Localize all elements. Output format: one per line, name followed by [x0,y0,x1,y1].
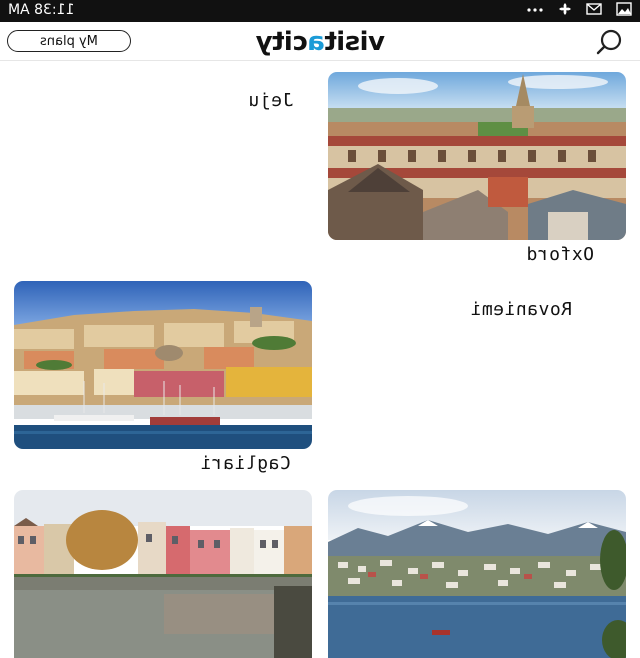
status-time: 11:38 AM [8,2,75,18]
mail-icon [586,2,602,16]
my-plans-label: My plans [40,33,98,49]
status-bar-right [526,2,632,16]
city-photo-row3-left [14,490,312,658]
city-name: Oxford [526,244,595,265]
city-photo-row3-right [328,490,626,658]
city-card-oxford[interactable]: Oxford [328,72,626,272]
status-bar-left: 11:38 AM [8,2,74,18]
city-card-cagliari[interactable]: Cagliari [14,281,312,481]
visitacity-logo: visitacity [240,24,400,60]
city-card-rovaniemi[interactable]: Rovaniemi [328,281,626,481]
city-name: Cagliari [200,453,291,474]
logo-prefix: visit [324,27,385,57]
city-photo-oxford [328,72,626,240]
logo-text: visitacity [256,27,385,57]
city-name: Jeju [248,90,294,111]
logo-accent: a [307,27,325,57]
overflow-dots-icon [526,2,544,16]
my-plans-button[interactable]: My plans [7,30,131,52]
fan-icon [558,2,572,16]
search-icon [596,29,622,55]
city-card-row3-right[interactable] [328,490,626,658]
search-button[interactable] [594,28,624,56]
status-bar: 11:38 AM [0,0,640,22]
logo-suffix: city [255,27,308,57]
city-name: Rovaniemi [470,299,573,320]
city-card-jeju[interactable]: Jeju [14,72,312,272]
city-photo-cagliari [14,281,312,449]
image-icon [616,2,632,16]
city-card-row3-left[interactable] [14,490,312,658]
